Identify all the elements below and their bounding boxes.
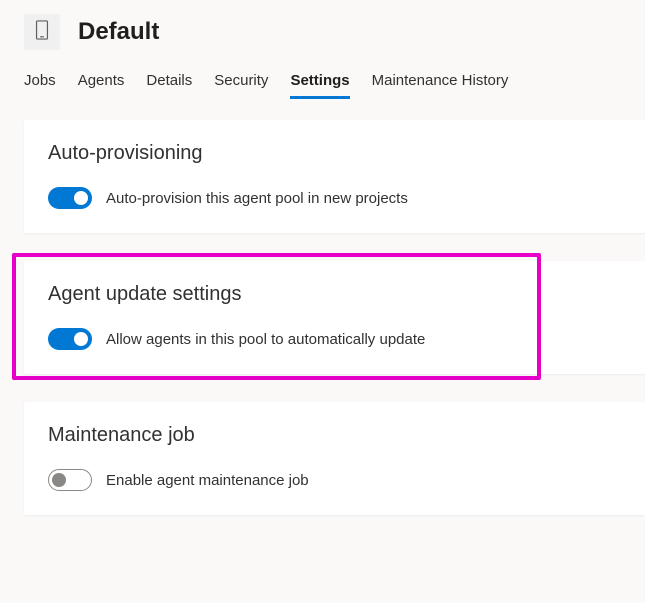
tab-details[interactable]: Details bbox=[146, 66, 192, 99]
maintenance-label: Enable agent maintenance job bbox=[106, 472, 309, 489]
auto-provision-row: Auto-provision this agent pool in new pr… bbox=[48, 187, 621, 209]
page-title: Default bbox=[78, 18, 159, 46]
maintenance-toggle[interactable] bbox=[48, 469, 92, 491]
toggle-knob bbox=[52, 473, 66, 487]
highlight-annotation bbox=[12, 253, 541, 380]
agent-update-toggle[interactable] bbox=[48, 328, 92, 350]
tab-maintenance-history[interactable]: Maintenance History bbox=[372, 66, 509, 99]
toggle-knob bbox=[74, 332, 88, 346]
pool-icon-container bbox=[24, 14, 60, 50]
settings-content: Auto-provisioning Auto-provision this ag… bbox=[0, 100, 645, 515]
tab-bar: Jobs Agents Details Security Settings Ma… bbox=[0, 58, 645, 100]
toggle-knob bbox=[74, 191, 88, 205]
auto-provisioning-title: Auto-provisioning bbox=[48, 142, 621, 165]
auto-provision-toggle[interactable] bbox=[48, 187, 92, 209]
tab-jobs[interactable]: Jobs bbox=[24, 66, 56, 99]
auto-provisioning-card: Auto-provisioning Auto-provision this ag… bbox=[24, 120, 645, 233]
tab-agents[interactable]: Agents bbox=[78, 66, 125, 99]
agent-update-row: Allow agents in this pool to automatical… bbox=[48, 328, 621, 350]
agent-update-label: Allow agents in this pool to automatical… bbox=[106, 331, 425, 348]
tab-settings[interactable]: Settings bbox=[290, 66, 349, 99]
maintenance-title: Maintenance job bbox=[48, 424, 621, 447]
tab-security[interactable]: Security bbox=[214, 66, 268, 99]
agent-update-card: Agent update settings Allow agents in th… bbox=[24, 261, 645, 374]
auto-provision-label: Auto-provision this agent pool in new pr… bbox=[106, 190, 408, 207]
maintenance-row: Enable agent maintenance job bbox=[48, 469, 621, 491]
page-header: Default bbox=[0, 0, 645, 58]
agent-update-title: Agent update settings bbox=[48, 283, 621, 306]
device-icon bbox=[35, 20, 49, 45]
maintenance-card: Maintenance job Enable agent maintenance… bbox=[24, 402, 645, 515]
